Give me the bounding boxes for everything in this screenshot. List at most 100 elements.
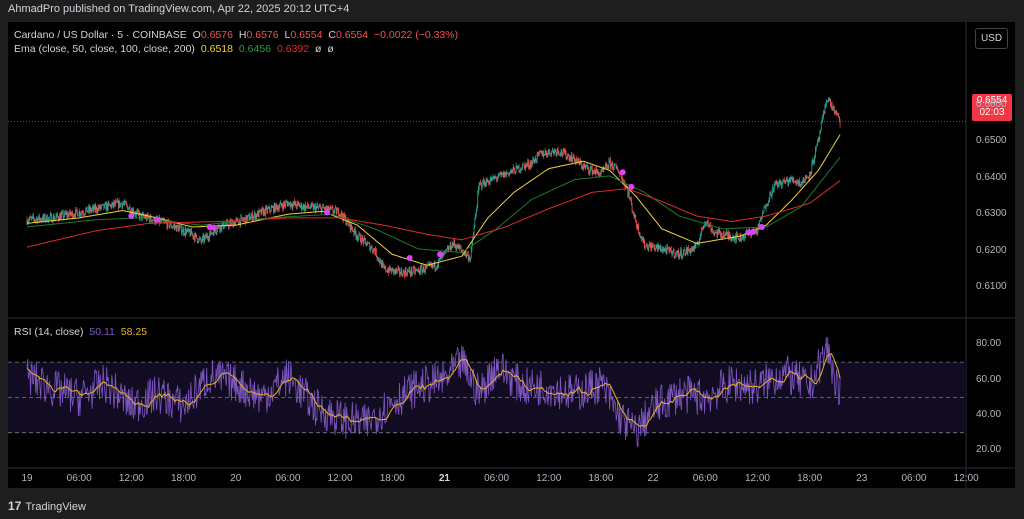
candle-body bbox=[391, 268, 393, 273]
candle-body bbox=[834, 112, 836, 114]
candle-body bbox=[180, 225, 181, 227]
candle-body bbox=[494, 177, 495, 180]
candle-body bbox=[309, 207, 310, 209]
candle-body bbox=[726, 232, 728, 235]
candle-body bbox=[299, 204, 300, 207]
candle-body bbox=[521, 169, 523, 170]
candle-body bbox=[510, 172, 511, 173]
candle-body bbox=[386, 271, 388, 273]
candle-body bbox=[633, 215, 635, 218]
candle-body bbox=[323, 208, 325, 209]
candle-body bbox=[39, 218, 41, 221]
candle-body bbox=[712, 230, 714, 233]
candle-body bbox=[119, 201, 121, 207]
candle-body bbox=[497, 177, 499, 179]
candle-body bbox=[385, 266, 387, 272]
candle-body bbox=[212, 232, 214, 236]
currency-button[interactable]: USD bbox=[975, 28, 1008, 49]
candle-body bbox=[656, 244, 658, 246]
candle-body bbox=[540, 151, 542, 154]
candle-body bbox=[227, 221, 229, 226]
candle-body bbox=[796, 182, 797, 184]
candle-body bbox=[413, 267, 415, 269]
candle-body bbox=[839, 116, 840, 121]
candle-body bbox=[445, 250, 447, 251]
candle-body bbox=[467, 253, 469, 260]
time-tick-label: 18:00 bbox=[171, 473, 197, 484]
candle-body bbox=[533, 159, 534, 162]
candle-body bbox=[470, 257, 471, 260]
candle-body bbox=[565, 150, 567, 159]
rsi-value: 50.11 bbox=[89, 326, 115, 338]
candle-body bbox=[122, 203, 124, 208]
candle-body bbox=[175, 226, 176, 228]
candle-body bbox=[459, 245, 460, 249]
candle-body bbox=[209, 233, 210, 239]
candle-body bbox=[773, 187, 774, 192]
candle-body bbox=[225, 221, 227, 225]
candle-body bbox=[84, 213, 86, 215]
candle-body bbox=[707, 220, 708, 224]
candle-body bbox=[201, 241, 202, 242]
candle-body bbox=[267, 208, 268, 212]
candle-body bbox=[327, 206, 329, 209]
candle-body bbox=[341, 211, 342, 216]
candle-body bbox=[563, 149, 565, 151]
candle-body bbox=[378, 257, 379, 260]
candle-body bbox=[128, 208, 129, 211]
candle-body bbox=[520, 169, 522, 170]
candle-body bbox=[665, 248, 666, 251]
candle-body bbox=[320, 206, 321, 207]
candle-body bbox=[344, 216, 346, 218]
candle-body bbox=[125, 201, 126, 203]
chart-canvas[interactable] bbox=[8, 22, 1015, 488]
candle-body bbox=[720, 231, 721, 236]
candle-body bbox=[33, 218, 35, 221]
candle-body bbox=[575, 159, 577, 163]
candle-body bbox=[782, 179, 784, 183]
candle-body bbox=[302, 208, 303, 210]
candle-body bbox=[199, 238, 200, 240]
candle-body bbox=[263, 209, 265, 215]
time-tick-label: 06:00 bbox=[66, 473, 92, 484]
candle-body bbox=[54, 218, 55, 220]
candle-body bbox=[454, 240, 455, 246]
candle-body bbox=[832, 108, 834, 110]
candle-body bbox=[560, 154, 561, 155]
candle-body bbox=[456, 247, 458, 250]
rsi-tick-label: 40.00 bbox=[976, 409, 1002, 421]
candle-body bbox=[114, 202, 116, 205]
candle-body bbox=[204, 234, 206, 237]
candle-body bbox=[446, 247, 448, 250]
candle-body bbox=[469, 257, 471, 260]
candle-body bbox=[593, 170, 595, 172]
candle-body bbox=[831, 104, 833, 110]
candle-body bbox=[418, 269, 420, 273]
candle-body bbox=[813, 160, 815, 164]
candle-body bbox=[486, 179, 487, 187]
candle-body bbox=[45, 219, 47, 221]
candle-body bbox=[111, 204, 113, 208]
candle-body bbox=[334, 207, 336, 211]
candle-body bbox=[194, 233, 196, 240]
candle-body bbox=[60, 214, 62, 220]
candle-body bbox=[241, 216, 242, 218]
candle-body bbox=[178, 227, 180, 232]
candle-body bbox=[765, 206, 766, 209]
candle-body bbox=[791, 178, 793, 181]
candle-body bbox=[811, 162, 813, 172]
candle-body bbox=[499, 173, 501, 175]
candle-body bbox=[409, 269, 410, 273]
candle-body bbox=[536, 153, 538, 161]
candle-body bbox=[571, 155, 573, 162]
candle-body bbox=[608, 160, 610, 168]
candle-body bbox=[643, 239, 645, 243]
candle-body bbox=[275, 203, 276, 212]
candle-body bbox=[399, 268, 400, 274]
candle-body bbox=[815, 148, 816, 158]
candle-body bbox=[490, 178, 492, 181]
candle-body bbox=[549, 153, 551, 154]
candle-body bbox=[485, 185, 487, 187]
candle-body bbox=[318, 206, 320, 208]
candle-body bbox=[507, 172, 508, 174]
